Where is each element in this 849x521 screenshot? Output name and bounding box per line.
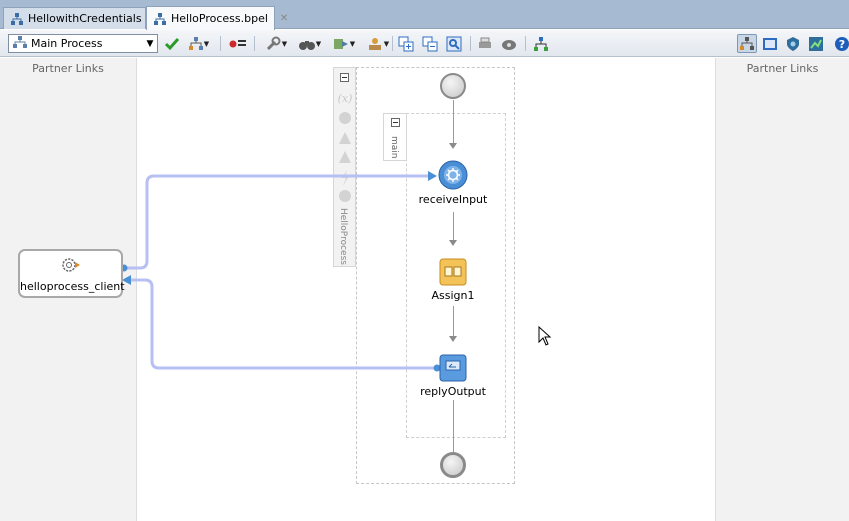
assign-icon	[439, 258, 467, 286]
flow-line	[453, 400, 454, 453]
partner-link-label: helloprocess_client	[20, 280, 125, 293]
receive-icon	[438, 160, 468, 190]
assign-activity[interactable]	[439, 258, 467, 286]
mouse-cursor-icon	[538, 325, 552, 349]
flow-arrowhead	[449, 336, 457, 342]
gear-icon	[60, 255, 82, 278]
flow-line	[453, 306, 454, 336]
partner-link-box[interactable]: helloprocess_client	[18, 249, 125, 298]
activity-label: Assign1	[431, 289, 475, 302]
flow-line	[453, 100, 454, 144]
activity-label: replyOutput	[420, 385, 486, 398]
flow-arrowhead	[449, 240, 457, 246]
end-node[interactable]	[440, 452, 466, 478]
activity-label: receiveInput	[418, 193, 488, 206]
partner-link-connectors	[120, 171, 441, 372]
start-node[interactable]	[440, 73, 466, 99]
reply-icon	[439, 354, 467, 382]
flow-line	[453, 212, 454, 240]
receive-activity[interactable]	[438, 160, 468, 190]
reply-activity[interactable]	[439, 354, 467, 382]
flow-arrowhead	[449, 143, 457, 149]
